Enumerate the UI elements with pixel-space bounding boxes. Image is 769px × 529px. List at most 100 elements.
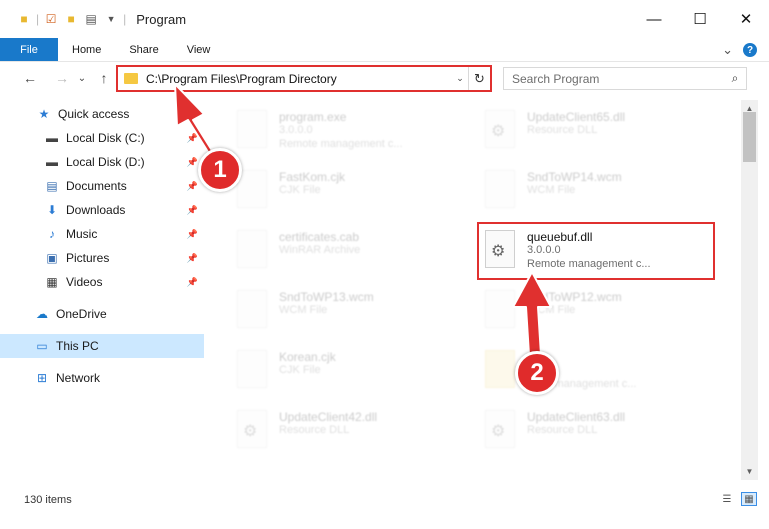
address-dropdown-icon[interactable]: ⌄ (452, 73, 468, 84)
sidebar-item-label: Network (56, 371, 101, 385)
properties-icon[interactable]: ☑ (43, 11, 59, 27)
quick-access-toolbar: ■ | ☑ ■ ▤ ▼ | (16, 11, 126, 27)
file-item[interactable]: ⚙ UpdateClient42.dll Resource DLL (209, 400, 449, 460)
help-icon[interactable]: ? (743, 43, 757, 57)
close-button[interactable]: ✕ (723, 0, 769, 38)
file-item[interactable]: FastKom.cjk CJK File (209, 160, 449, 220)
sidebar-item-pictures[interactable]: ▣ Pictures 📌 (0, 246, 204, 270)
details-view-icon[interactable]: ☰ (719, 492, 735, 506)
computer-icon: ▭ (36, 339, 48, 353)
file-type: Resource DLL (527, 424, 598, 436)
drive-icon: ▬ (46, 131, 58, 145)
sidebar-item-onedrive[interactable]: ☁ OneDrive (0, 302, 204, 326)
sidebar-item-label: OneDrive (56, 307, 107, 321)
status-bar: 130 items ☰ ▦ (0, 486, 769, 514)
customize-toolbar-icon[interactable]: ▤ (83, 11, 99, 27)
search-box[interactable]: Search Program ⌕ (503, 67, 747, 90)
network-icon: ⊞ (36, 371, 48, 385)
vertical-scrollbar[interactable]: ▲ ▼ (741, 100, 758, 480)
up-button[interactable]: ↑ (94, 68, 114, 88)
file-item[interactable]: Korean.cjk CJK File (209, 340, 449, 400)
file-name: SndToWP14.wcm (527, 170, 622, 184)
chevron-down-icon[interactable]: ▼ (103, 11, 119, 27)
window-title: Program (136, 11, 187, 27)
sidebar-item-label: Documents (66, 179, 127, 193)
back-button[interactable]: ← (20, 68, 40, 88)
file-item[interactable]: ⚙ UpdateClient63.dll Resource DLL (457, 400, 697, 460)
scrollbar-thumb[interactable] (743, 112, 756, 162)
file-name: certificates.cab (279, 230, 360, 244)
recent-locations-button[interactable]: ⌄ (76, 68, 88, 88)
file-item[interactable]: SndToWP14.wcm WCM File (457, 160, 697, 220)
pin-icon: 📌 (186, 180, 198, 191)
dll-icon: ⚙ (485, 110, 515, 148)
tab-home[interactable]: Home (58, 38, 115, 61)
file-item[interactable]: certificates.cab WinRAR Archive (209, 220, 449, 280)
file-item[interactable]: SndToWP12.wcm WCM File (457, 280, 697, 340)
file-name: UpdateClient63.dll (527, 410, 626, 424)
file-type: Resource DLL (527, 124, 598, 136)
sidebar-item-this-pc[interactable]: ▭ This PC (0, 334, 204, 358)
tab-share[interactable]: Share (115, 38, 172, 61)
sidebar-item-label: Local Disk (C:) (66, 131, 145, 145)
documents-icon: ▤ (46, 179, 58, 193)
file-list: program.exe 3.0.0.0 Remote management c.… (207, 100, 741, 480)
pin-icon: 📌 (186, 132, 198, 143)
cloud-icon: ☁ (36, 307, 48, 321)
minimize-button[interactable]: — (631, 0, 677, 38)
ribbon-tabs: File Home Share View ⌄ ? (0, 38, 769, 62)
file-item[interactable]: program.exe 3.0.0.0 Remote management c.… (209, 100, 449, 160)
address-bar[interactable]: C:\Program Files\Program Directory ⌄ ↻ (116, 65, 492, 92)
forward-button[interactable]: → (52, 68, 72, 88)
sidebar-item-label: This PC (56, 339, 99, 353)
sidebar-item-music[interactable]: ♪ Music 📌 (0, 222, 204, 246)
search-input[interactable]: Search Program (512, 72, 724, 86)
file-name: SndToWP13.wcm (279, 290, 374, 304)
refresh-button[interactable]: ↻ (468, 67, 490, 90)
sidebar-item-label: Downloads (66, 203, 126, 217)
sidebar-item-videos[interactable]: ▦ Videos 📌 (0, 270, 204, 294)
file-name: SndToWP12.wcm (527, 290, 622, 304)
videos-icon: ▦ (46, 275, 58, 289)
file-type: WCM File (279, 304, 328, 316)
pin-icon: 📌 (186, 228, 198, 239)
sidebar-item-label: Quick access (58, 107, 130, 121)
sidebar-item-documents[interactable]: ▤ Documents 📌 (0, 174, 204, 198)
file-type: CJK File (279, 364, 321, 376)
new-folder-icon[interactable]: ■ (63, 11, 79, 27)
exe-icon (237, 110, 267, 148)
sidebar-item-local-disk-d[interactable]: ▬ Local Disk (D:) 📌 (0, 150, 204, 174)
tiles-view-icon[interactable]: ▦ (741, 492, 757, 506)
download-icon: ⬇ (46, 203, 58, 217)
pin-icon: 📌 (186, 276, 198, 287)
sidebar-item-local-disk-c[interactable]: ▬ Local Disk (C:) 📌 (0, 126, 204, 150)
maximize-button[interactable]: ☐ (677, 0, 723, 38)
address-path[interactable]: C:\Program Files\Program Directory (146, 72, 452, 86)
drive-icon: ▬ (46, 155, 58, 169)
star-icon: ★ (38, 107, 50, 121)
file-item[interactable]: ⚙ UpdateClient65.dll Resource DLL (457, 100, 697, 160)
sidebar-item-network[interactable]: ⊞ Network (0, 366, 204, 390)
file-name: program.exe (279, 110, 347, 124)
sidebar-item-quick-access[interactable]: ★ Quick access (0, 102, 204, 126)
sidebar-item-label: Pictures (66, 251, 110, 265)
scroll-down-arrow-icon[interactable]: ▼ (741, 463, 758, 480)
file-version: 3.0.0.0 (279, 124, 313, 136)
dll-icon: ⚙ (237, 410, 267, 448)
pin-icon: 📌 (186, 204, 198, 215)
sidebar-item-downloads[interactable]: ⬇ Downloads 📌 (0, 198, 204, 222)
file-icon (485, 290, 515, 328)
file-description: Remote management c... (279, 138, 403, 150)
file-name: Korean.cjk (279, 350, 336, 364)
ribbon-collapse-icon[interactable]: ⌄ (722, 42, 733, 58)
sidebar-item-label: Videos (66, 275, 103, 289)
search-icon[interactable]: ⌕ (724, 71, 746, 86)
folder-icon (124, 73, 138, 84)
toolbar-divider: | (123, 12, 127, 26)
file-icon (237, 170, 267, 208)
step-badge-2: 2 (515, 351, 559, 395)
tab-view[interactable]: View (173, 38, 225, 61)
tab-file[interactable]: File (0, 38, 58, 61)
file-item[interactable]: SndToWP13.wcm WCM File (209, 280, 449, 340)
file-item[interactable]: ...ote management c... (457, 340, 697, 400)
